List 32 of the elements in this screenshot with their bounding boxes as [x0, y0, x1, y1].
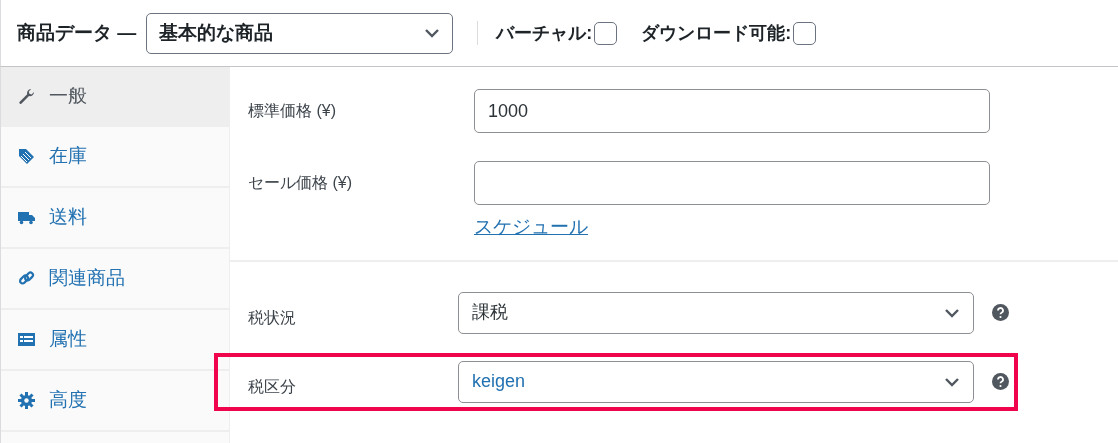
help-icon[interactable]	[992, 373, 1009, 390]
sidebar-tab[interactable]: 高度	[1, 371, 229, 432]
checkbox[interactable]	[793, 21, 817, 45]
option-label: バーチャル:	[496, 21, 593, 45]
option-label: ダウンロード可能:	[641, 21, 792, 45]
input-field[interactable]: 1000	[474, 89, 990, 133]
wrench-icon	[18, 87, 35, 105]
field-label: 標準価格 (¥)	[248, 101, 337, 121]
sidebar-tab[interactable]: 送料	[1, 188, 229, 249]
select-field[interactable]: keigen	[458, 360, 974, 403]
sidebar-tab[interactable]: 一般	[1, 67, 229, 127]
select-field[interactable]: 課税	[458, 291, 974, 334]
tag-icon	[18, 148, 35, 165]
sidebar-tab[interactable]: 関連商品	[1, 249, 229, 310]
truck-icon	[18, 209, 35, 226]
chevron-down-icon	[944, 376, 960, 387]
product-type-select[interactable]: 基本的な商品	[146, 12, 454, 54]
sidebar-tab[interactable]: 属性	[1, 310, 229, 371]
help-icon[interactable]	[992, 304, 1009, 321]
checkbox[interactable]	[594, 21, 618, 45]
section-title: 商品データ —	[17, 20, 137, 45]
chevron-down-icon	[424, 28, 441, 38]
schedule-link[interactable]: スケジュール	[474, 213, 990, 242]
field-label: 税区分	[248, 376, 297, 397]
sidebar-tab[interactable]: 在庫	[1, 127, 229, 188]
gear-icon	[18, 392, 35, 409]
chevron-down-icon	[944, 307, 960, 318]
field-label: 税状況	[248, 307, 297, 328]
chain-link-icon	[18, 270, 35, 287]
list-icon	[18, 331, 35, 348]
input-field[interactable]	[474, 161, 990, 205]
field-label: セール価格 (¥)	[248, 173, 353, 193]
